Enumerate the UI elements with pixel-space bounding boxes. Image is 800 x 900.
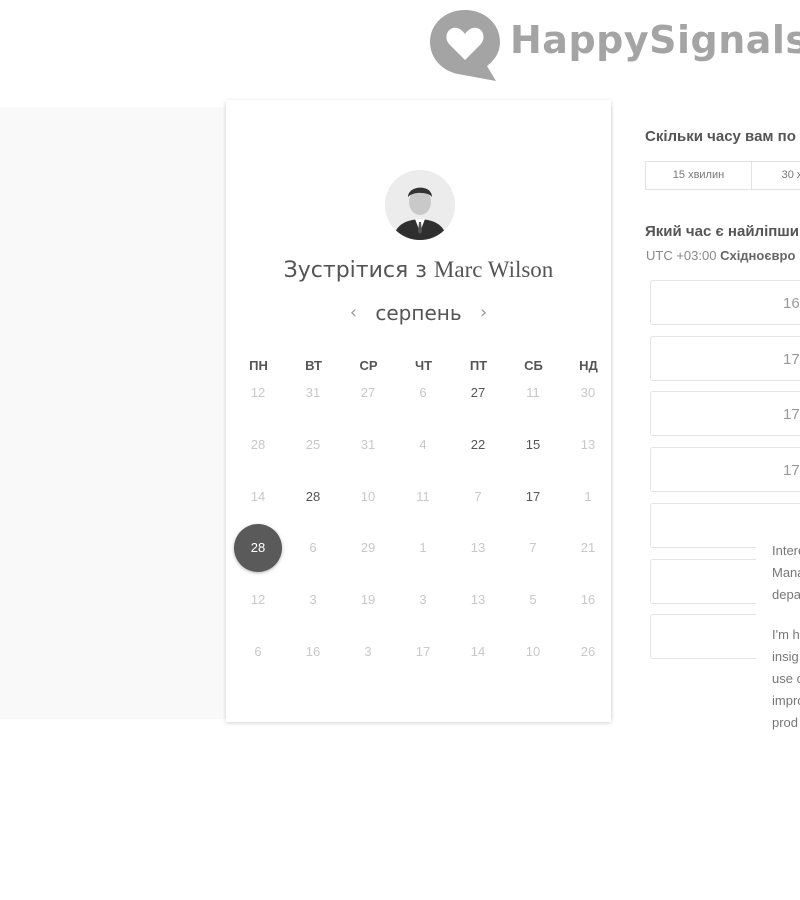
calendar-day: 31 [360,437,376,452]
time-slot-label: 17 [783,351,800,368]
calendar-day: 17 [415,644,431,659]
time-question: Який час є найліпши [645,223,800,240]
calendar-day: 10 [360,489,376,504]
calendar-day[interactable]: 17 [509,473,557,521]
month-label: серпень [375,301,462,325]
timezone-offset: UTC +03:00 [646,248,717,263]
timezone-name: Східноєвро [720,248,796,263]
calendar-day: 14 [470,644,486,659]
calendar-day: 14 [250,489,266,504]
calendar-day-selected[interactable]: 28 [234,524,282,572]
timezone-label: UTC +03:00 Східноєвро [646,248,795,263]
calendar-day[interactable]: 27 [454,369,502,417]
duration-option-15[interactable]: 15 хвилин [645,161,752,190]
popup-paragraph: Intere Mana depa [772,543,800,602]
calendar-day: 7 [529,540,537,555]
calendar-day: 11 [416,489,430,504]
happysignals-logo[interactable]: HappySignals [430,8,800,82]
page: HappySignals Зустрітися з Marc Wilson ‹ … [0,0,800,900]
calendar-day: 26 [580,644,596,659]
calendar-day: 3 [309,592,317,607]
calendar-day[interactable]: 28 [289,473,337,521]
calendar-card: Зустрітися з Marc Wilson ‹ серпень › ПН В… [226,100,611,722]
calendar-day: 27 [360,385,376,400]
calendar-day: 25 [305,437,321,452]
calendar-day: 13 [580,437,596,452]
calendar-day: 13 [470,540,486,555]
calendar-day: 12 [250,592,266,607]
person-photo-icon [385,170,455,240]
time-slot-button[interactable]: 16 [650,280,800,325]
meeting-title: Зустрітися з Marc Wilson [226,257,611,283]
time-slot-label: 17 [783,406,800,423]
calendar-day: 3 [419,592,427,607]
calendar-day: 1 [584,489,592,504]
calendar-day: 5 [529,592,537,607]
popup-paragraph: I'm h insig use c impro prod [772,627,800,730]
calendar-day: 21 [580,540,596,555]
month-navigation: ‹ серпень › [226,301,611,325]
calendar-day: 6 [254,644,262,659]
time-slot-button[interactable]: 17 [650,447,800,492]
duration-option-30[interactable]: 30 х [752,161,800,190]
time-slot-label: 16 [783,295,800,312]
calendar-day: 30 [580,385,596,400]
time-slot-label: 17 [783,462,800,479]
prev-month-chevron-icon[interactable]: ‹ [338,302,369,323]
host-name: Marc Wilson [433,257,554,282]
duration-question: Скільки часу вам по [645,128,796,145]
calendar-day: 3 [364,644,372,659]
calendar-day[interactable]: 15 [509,421,557,469]
calendar-day: 13 [470,592,486,607]
calendar-day: 1 [419,540,427,555]
calendar-day: 28 [250,437,266,452]
calendar-day: 4 [419,437,427,452]
time-slot-button[interactable]: 17 [650,391,800,436]
calendar-day[interactable]: 22 [454,421,502,469]
calendar-day: 7 [474,489,482,504]
calendar-day: 11 [526,385,540,400]
host-description-popup: Intere Mana depa I'm h insig use c impro… [756,530,800,730]
calendar-day: 16 [580,592,596,607]
duration-tabs: 15 хвилин 30 х [645,161,800,190]
meeting-title-label: Зустрітися з [283,258,427,283]
logo-heart-bubble-icon [430,10,500,81]
calendar-day: 31 [305,385,321,400]
calendar-day: 6 [309,540,317,555]
calendar-day: 10 [525,644,541,659]
logo-text: HappySignals [510,18,800,62]
time-slot-button[interactable]: 17 [650,336,800,381]
calendar-day: 16 [305,644,321,659]
next-month-chevron-icon[interactable]: › [468,302,499,323]
calendar-day: 19 [360,592,376,607]
calendar-day: 12 [250,385,266,400]
calendar-day: 6 [419,385,427,400]
host-avatar [385,170,455,240]
calendar-day: 29 [360,540,376,555]
